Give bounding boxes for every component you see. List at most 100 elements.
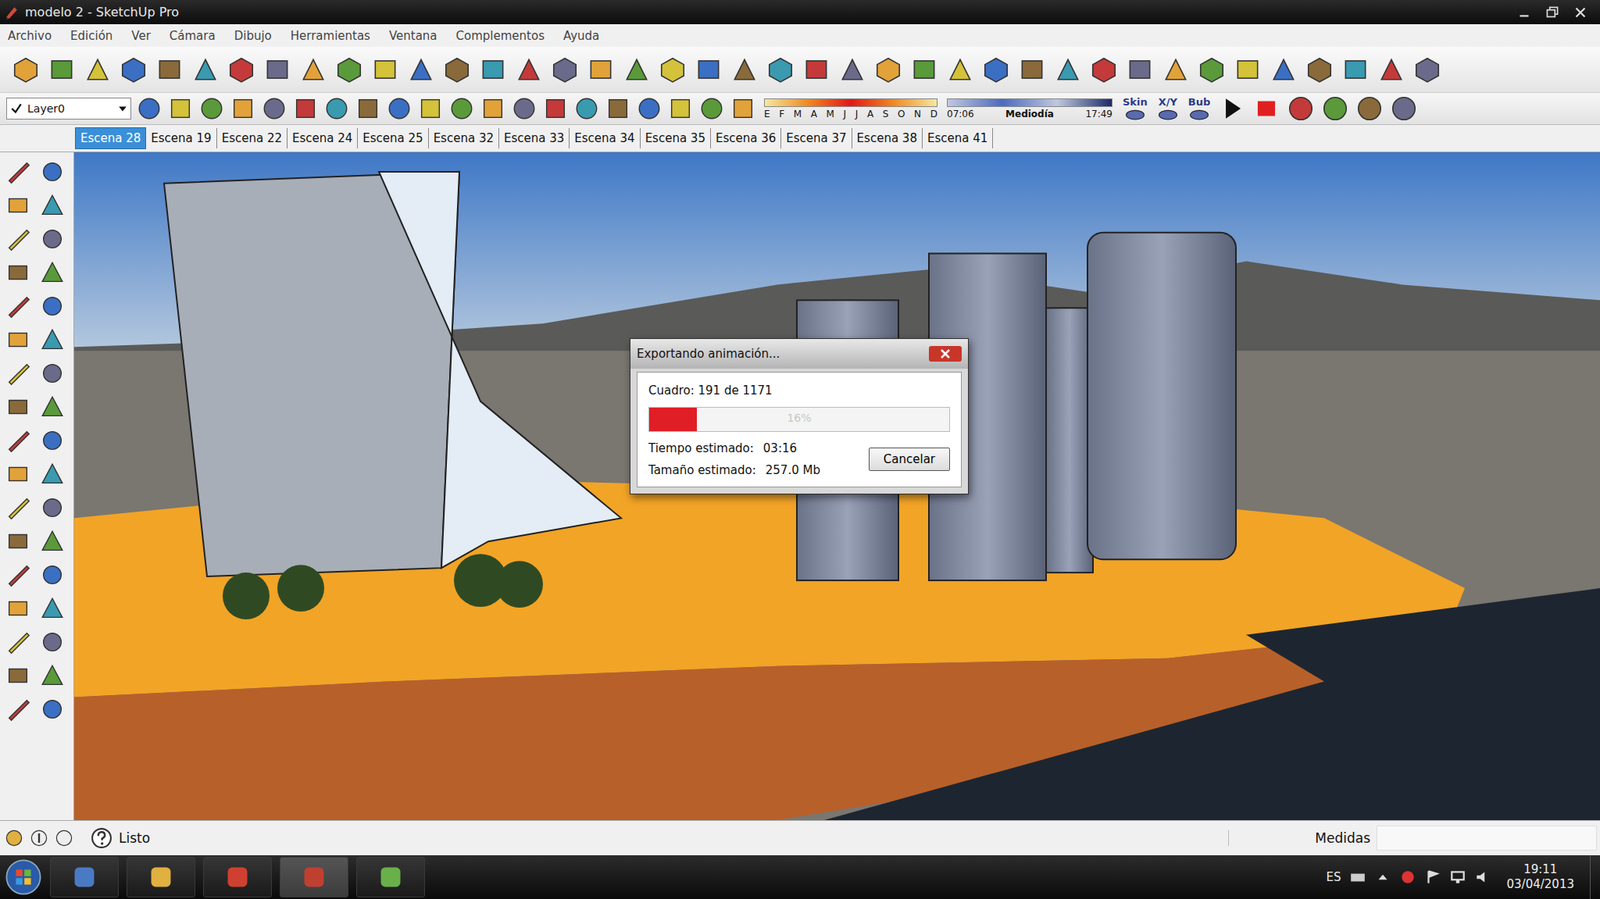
drawing-tool-icon[interactable]: [4, 494, 32, 522]
toolbar-tool-icon[interactable]: [585, 54, 616, 85]
toolbar-tool-icon[interactable]: [292, 95, 319, 122]
toolbar-tool-icon[interactable]: [1232, 54, 1263, 85]
toolbar-tool-icon[interactable]: [442, 54, 472, 85]
drawing-tool-icon[interactable]: [39, 696, 66, 723]
toolbar-tool-icon[interactable]: [82, 54, 113, 85]
scene-tab[interactable]: Escena 38: [852, 128, 923, 149]
scene-tab[interactable]: Escena 36: [710, 128, 782, 149]
drawing-tool-icon[interactable]: [4, 561, 32, 589]
drawing-tool-icon[interactable]: [39, 494, 66, 522]
restore-icon[interactable]: [1543, 3, 1561, 22]
drawing-tool-icon[interactable]: [39, 561, 66, 589]
drawing-tool-icon[interactable]: [4, 528, 32, 555]
drawing-tool-icon[interactable]: [39, 427, 66, 454]
toolbar-tool-icon[interactable]: [514, 54, 544, 85]
measurements-field[interactable]: [1376, 825, 1597, 851]
toolbar-tool-icon[interactable]: [657, 54, 688, 85]
toolbar-tool-icon[interactable]: [1376, 54, 1407, 85]
toolbar-tool-icon[interactable]: [354, 95, 382, 122]
scene-tab[interactable]: Escena 41: [922, 128, 993, 149]
drawing-tool-icon[interactable]: [4, 360, 32, 387]
drawing-tool-icon[interactable]: [4, 292, 32, 320]
drawing-tool-icon[interactable]: [39, 360, 66, 387]
toolbar-tool-icon[interactable]: [667, 95, 694, 122]
drawing-tool-icon[interactable]: [39, 158, 66, 186]
drawing-tool-icon[interactable]: [4, 595, 32, 622]
menu-item[interactable]: Archivo: [7, 28, 52, 43]
taskbar-app[interactable]: [50, 857, 119, 898]
drawing-tool-icon[interactable]: [4, 259, 32, 286]
scene-tab[interactable]: Escena 19: [146, 128, 217, 149]
toolbar-tool-icon[interactable]: [604, 95, 632, 122]
toolbar-tool-icon[interactable]: [417, 95, 444, 122]
drawing-tool-icon[interactable]: [39, 292, 66, 320]
drawing-tool-icon[interactable]: [39, 662, 66, 690]
drawing-tool-icon[interactable]: [4, 192, 32, 219]
start-button-icon[interactable]: [4, 858, 43, 897]
toolbar-tool-icon[interactable]: [323, 95, 350, 122]
toolbar-tool-icon[interactable]: [729, 95, 757, 122]
toolbar-tool-icon[interactable]: [1268, 54, 1299, 85]
toolbar-tool-icon[interactable]: [479, 95, 507, 122]
toolbar-tool-icon[interactable]: [1017, 54, 1047, 85]
toolbar-tool-icon[interactable]: [729, 54, 760, 85]
scene-tab[interactable]: Escena 28: [75, 127, 147, 150]
drawing-tool-icon[interactable]: [39, 259, 66, 286]
toolbar-tool-icon[interactable]: [573, 95, 600, 122]
toolbar-tool-icon[interactable]: [542, 95, 569, 122]
plugin-button[interactable]: Skin: [1120, 96, 1150, 121]
toolbar-tool-icon[interactable]: [765, 54, 796, 85]
plugin-button[interactable]: X/Y: [1154, 96, 1182, 121]
cancel-button[interactable]: Cancelar: [868, 447, 950, 472]
toolbar-tool-icon[interactable]: [698, 95, 725, 122]
toolbar-tool-icon[interactable]: [260, 95, 288, 122]
drawing-tool-icon[interactable]: [4, 393, 32, 421]
plugin-button[interactable]: Bub: [1185, 96, 1213, 121]
toolbar-tool-icon[interactable]: [226, 54, 257, 85]
toolbar-tool-icon[interactable]: [1304, 54, 1335, 85]
alert-icon[interactable]: [1399, 868, 1417, 886]
month-slider[interactable]: EFMAMJJASOND: [764, 98, 938, 120]
drawing-tool-icon[interactable]: [4, 460, 32, 488]
network-icon[interactable]: [1449, 868, 1467, 886]
menu-item[interactable]: Complementos: [456, 28, 545, 43]
toolbar-tool-icon[interactable]: [1340, 54, 1371, 85]
toolbar-tool-icon[interactable]: [510, 95, 538, 122]
geolocation-icon[interactable]: [4, 828, 24, 848]
dialog-close-icon[interactable]: [928, 346, 962, 362]
scene-tab[interactable]: Escena 37: [781, 128, 852, 149]
toolbar-tool-icon[interactable]: [190, 54, 221, 85]
scene-tab[interactable]: Escena 33: [499, 128, 570, 149]
menu-item[interactable]: Dibujo: [234, 28, 272, 43]
toolbar-tool-icon[interactable]: [370, 54, 400, 85]
toolbar-tool-icon[interactable]: [693, 54, 724, 85]
menu-item[interactable]: Ver: [131, 28, 151, 43]
toolbar-tool-icon[interactable]: [621, 54, 652, 85]
drawing-tool-icon[interactable]: [4, 628, 32, 656]
drawing-tool-icon[interactable]: [4, 696, 32, 723]
toolbar-tool-icon[interactable]: [167, 95, 194, 122]
taskbar-app[interactable]: [279, 857, 349, 898]
toolbar-tool-icon[interactable]: [873, 54, 904, 85]
clock[interactable]: 19:11 03/04/2013: [1499, 862, 1583, 893]
taskbar-app[interactable]: [356, 857, 425, 898]
toolbar-tool-icon[interactable]: [229, 95, 257, 122]
toolbar-tool-icon[interactable]: [198, 95, 225, 122]
toolbar-tool-icon[interactable]: [1320, 93, 1350, 124]
toolbar-tool-icon[interactable]: [1053, 54, 1083, 85]
play-icon[interactable]: [1217, 93, 1247, 124]
toolbar-tool-icon[interactable]: [1160, 54, 1191, 85]
toolbar-tool-icon[interactable]: [46, 54, 77, 85]
time-slider[interactable]: 07:06 Mediodía 17:49: [946, 98, 1113, 120]
drawing-tool-icon[interactable]: [39, 393, 66, 421]
keyboard-icon[interactable]: [1349, 868, 1367, 886]
scene-tab[interactable]: Escena 32: [428, 128, 500, 149]
drawing-tool-icon[interactable]: [39, 326, 66, 354]
toolbar-tool-icon[interactable]: [945, 54, 975, 85]
toolbar-tool-icon[interactable]: [550, 54, 580, 85]
toolbar-tool-icon[interactable]: [385, 95, 413, 122]
toolbar-tool-icon[interactable]: [478, 54, 508, 85]
show-desktop-button[interactable]: [1589, 855, 1600, 899]
toolbar-tool-icon[interactable]: [801, 54, 832, 85]
menu-item[interactable]: Ventana: [389, 28, 438, 43]
